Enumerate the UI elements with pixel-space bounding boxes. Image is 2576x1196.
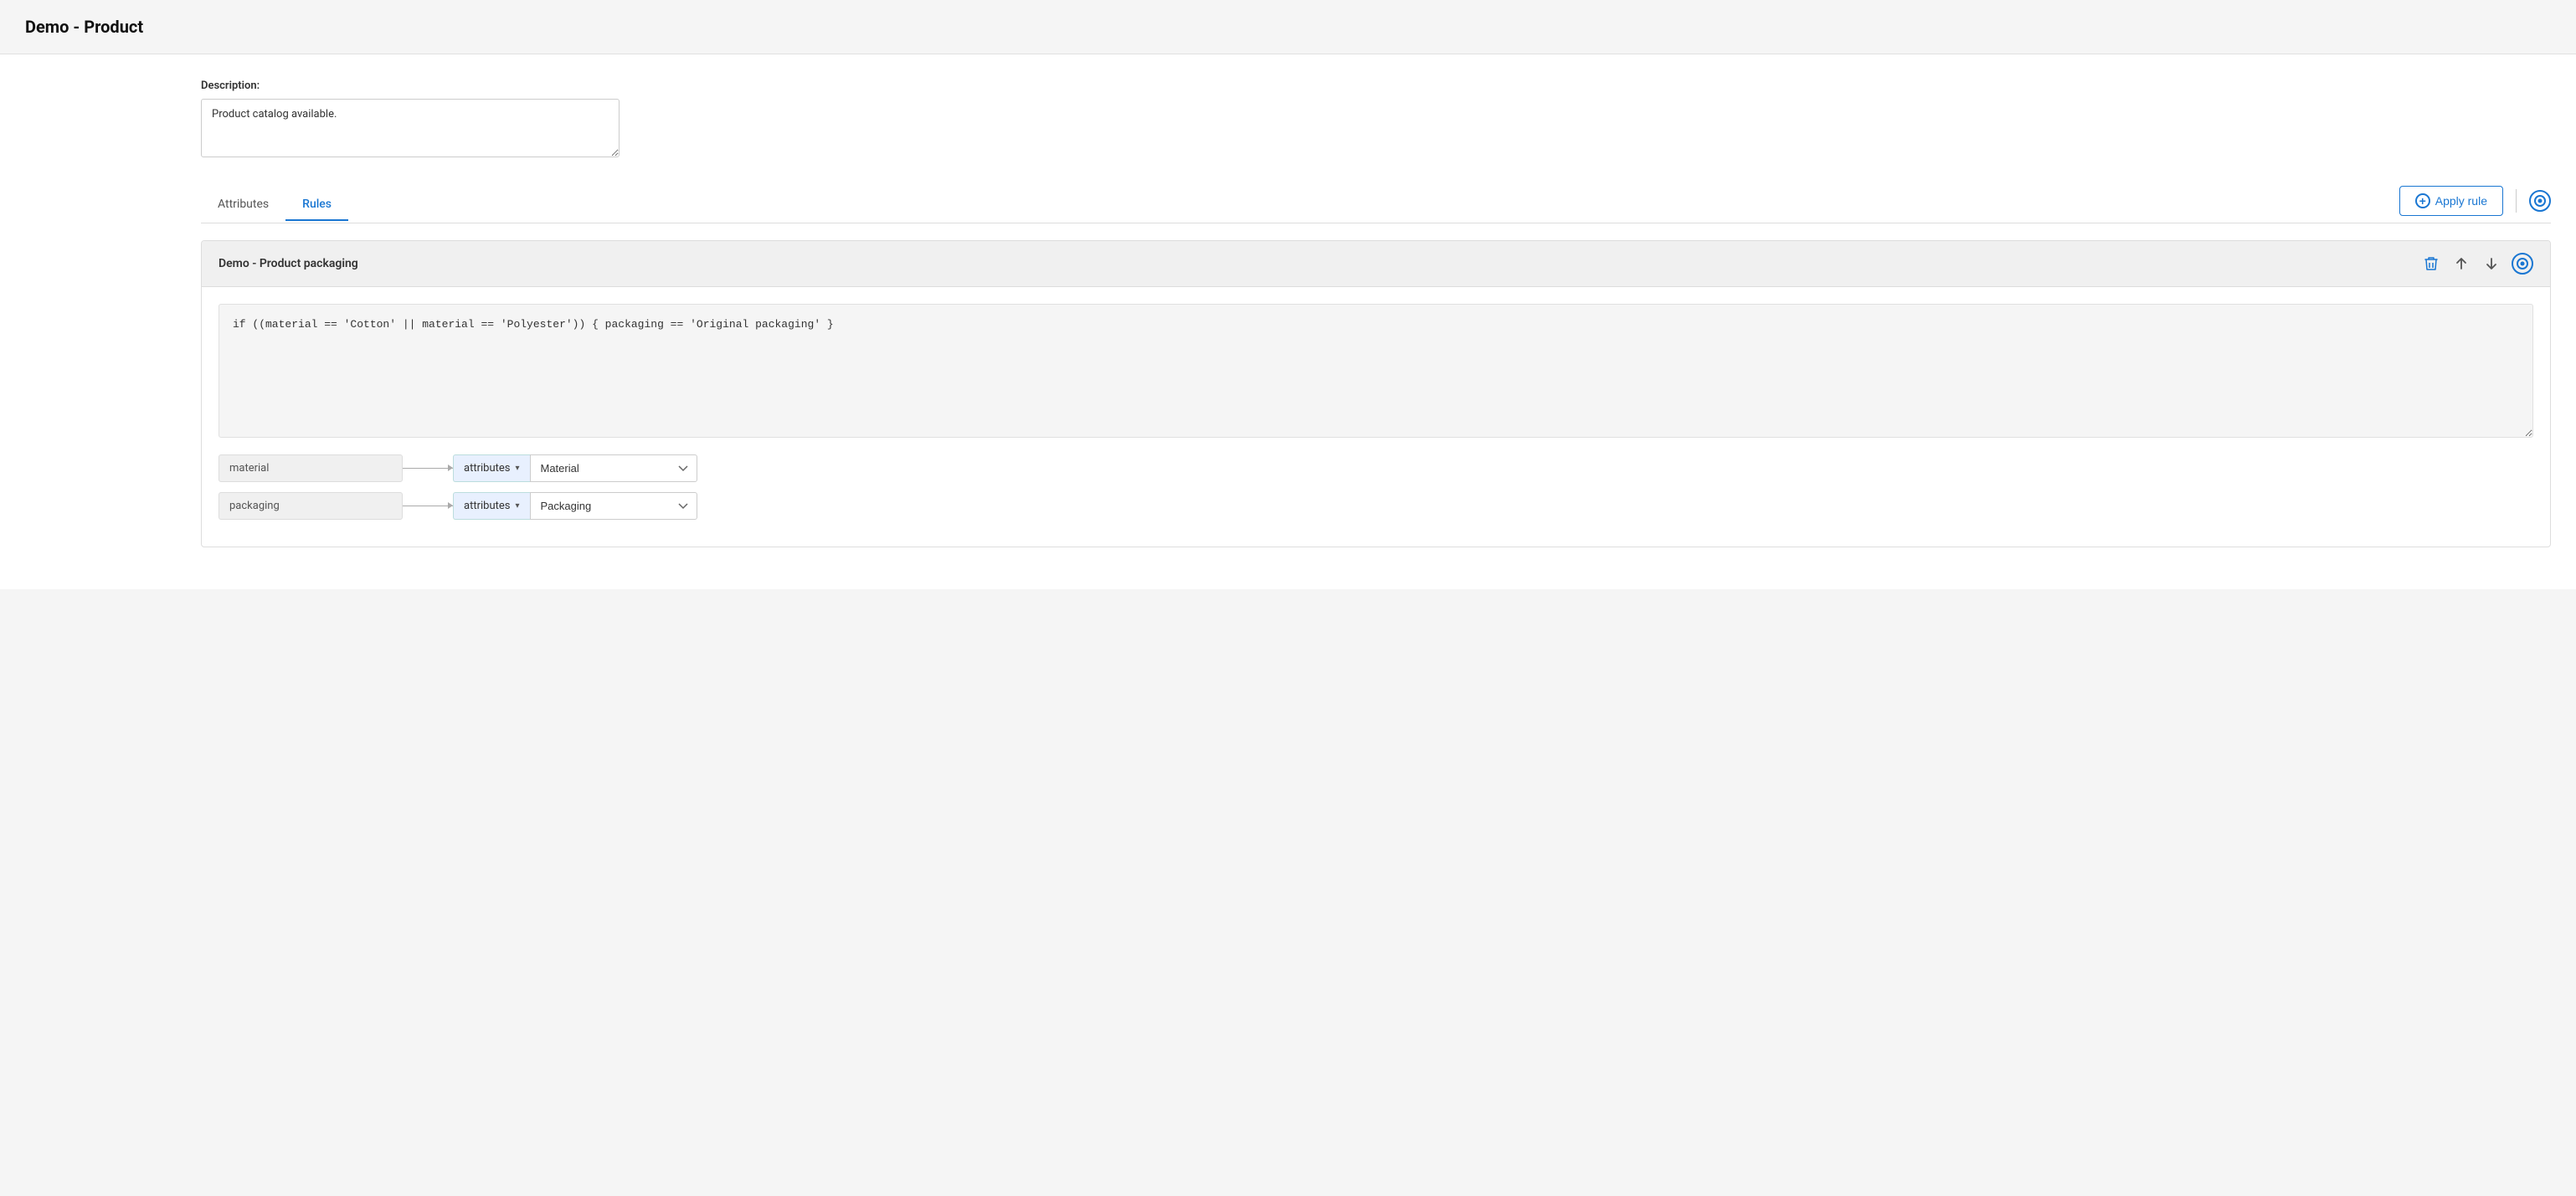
circle-check-icon[interactable] xyxy=(2529,190,2551,212)
rule-card-title: Demo - Product packaging xyxy=(219,257,358,270)
variable-row-material: material attributes ▾ Material xyxy=(219,454,2533,482)
variable-row-packaging: packaging attributes ▾ Packaging xyxy=(219,492,2533,520)
select-type-packaging-label: attributes xyxy=(464,500,510,512)
tabs-bar: Attributes Rules + Apply rule xyxy=(201,186,2551,223)
select-value-material[interactable]: Material xyxy=(530,454,697,482)
delete-rule-icon[interactable] xyxy=(2421,254,2441,274)
move-down-icon[interactable] xyxy=(2481,254,2501,274)
tab-attributes[interactable]: Attributes xyxy=(201,189,285,221)
description-input[interactable]: Product catalog available. xyxy=(201,99,620,157)
variable-connector-material xyxy=(403,468,453,469)
variable-selects-packaging: attributes ▾ Packaging xyxy=(453,492,697,520)
tab-rules[interactable]: Rules xyxy=(285,189,348,221)
divider xyxy=(2516,189,2517,213)
plus-circle-icon: + xyxy=(2415,193,2430,208)
variable-name-packaging: packaging xyxy=(219,492,403,520)
apply-rule-label: Apply rule xyxy=(2435,194,2487,208)
select-value-packaging[interactable]: Packaging xyxy=(530,492,697,520)
variable-selects-material: attributes ▾ Material xyxy=(453,454,697,482)
rule-formula-textarea[interactable]: if ((material == 'Cotton' || material ==… xyxy=(219,304,2533,438)
tabs-right: + Apply rule xyxy=(2399,186,2551,223)
tabs-section: Attributes Rules + Apply rule De xyxy=(201,186,2551,547)
select-type-material-label: attributes xyxy=(464,462,510,475)
rule-card-actions xyxy=(2421,253,2533,275)
select-type-packaging[interactable]: attributes ▾ xyxy=(453,492,530,520)
apply-rule-button[interactable]: + Apply rule xyxy=(2399,186,2503,216)
rule-card: Demo - Product packaging xyxy=(201,240,2551,547)
select-type-material[interactable]: attributes ▾ xyxy=(453,454,530,482)
rule-card-body: if ((material == 'Cotton' || material ==… xyxy=(202,287,2550,547)
rule-formula-text: if ((material == 'Cotton' || material ==… xyxy=(233,318,834,331)
tabs-left: Attributes Rules xyxy=(201,189,348,220)
chevron-down-icon-material: ▾ xyxy=(515,464,519,473)
rule-check-icon[interactable] xyxy=(2512,253,2533,275)
variable-name-material: material xyxy=(219,454,403,482)
page-title: Demo - Product xyxy=(25,17,2551,37)
rule-card-header: Demo - Product packaging xyxy=(202,241,2550,287)
chevron-down-icon-packaging: ▾ xyxy=(515,501,519,511)
description-section: Description: Product catalog available. xyxy=(201,80,2551,161)
move-up-icon[interactable] xyxy=(2451,254,2471,274)
description-label: Description: xyxy=(201,80,2551,92)
